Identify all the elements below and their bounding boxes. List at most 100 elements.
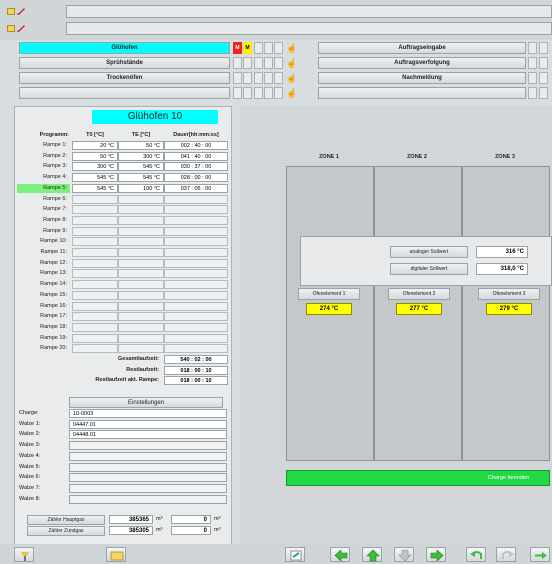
exit-icon[interactable]: [530, 547, 550, 562]
folder-icon[interactable]: [106, 547, 126, 562]
ramp-dur-cell[interactable]: [164, 269, 228, 279]
ramp-t0-cell[interactable]: 545 °C: [72, 183, 118, 193]
ramp-te-cell[interactable]: 50 °C: [118, 141, 164, 150]
charge-end-button[interactable]: Charge beenden: [286, 470, 550, 486]
ramp-dur-cell[interactable]: [164, 333, 228, 343]
ramp-dur-cell[interactable]: [164, 226, 228, 236]
charge-field[interactable]: 10-0003: [69, 409, 227, 418]
arrow-left-icon[interactable]: [330, 547, 350, 562]
menu-spruehstaende[interactable]: Sprühstände: [19, 57, 230, 69]
counter-button[interactable]: Zähler Zündgas: [27, 526, 105, 536]
pencil-icon[interactable]: [17, 6, 26, 15]
menu-gluehofen[interactable]: Glühofen: [19, 42, 230, 54]
ramp-te-cell[interactable]: 545 °C: [118, 173, 164, 183]
arrow-down-icon[interactable]: [394, 547, 414, 562]
ramp-te-cell[interactable]: [118, 205, 164, 215]
hand-icon[interactable]: ☝: [286, 43, 297, 53]
charge-field[interactable]: [69, 451, 227, 461]
ramp-te-cell[interactable]: [118, 215, 164, 225]
ramp-te-cell[interactable]: [118, 237, 164, 247]
ramp-te-cell[interactable]: 300 °C: [118, 151, 164, 161]
ramp-t0-cell[interactable]: [72, 333, 118, 343]
ramp-te-cell[interactable]: [118, 301, 164, 311]
ramp-dur-cell[interactable]: [164, 301, 228, 311]
charge-field[interactable]: [69, 441, 227, 451]
ramp-t0-cell[interactable]: [72, 301, 118, 311]
ramp-dur-cell[interactable]: 002 : 40 : 00: [164, 141, 228, 150]
ramp-t0-cell[interactable]: 545 °C: [72, 173, 118, 183]
ramp-dur-cell[interactable]: [164, 344, 228, 354]
menu-trockenoefen[interactable]: Trockenöfen: [19, 72, 230, 84]
ramp-t0-cell[interactable]: [72, 205, 118, 215]
ramp-t0-cell[interactable]: [72, 280, 118, 290]
menu-auftragsverfolgung[interactable]: Auftragsverfolgung: [318, 57, 526, 69]
folder-icon[interactable]: [7, 25, 15, 32]
folder-icon[interactable]: [7, 8, 15, 15]
ramp-te-cell[interactable]: [118, 290, 164, 300]
ramp-t0-cell[interactable]: [72, 258, 118, 268]
arrow-up-icon[interactable]: [362, 547, 382, 562]
ramp-t0-cell[interactable]: [72, 215, 118, 225]
ramp-t0-cell[interactable]: [72, 248, 118, 257]
charge-field[interactable]: [69, 483, 227, 493]
ramp-dur-cell[interactable]: [164, 312, 228, 322]
menu-empty-right[interactable]: [318, 87, 526, 99]
ramp-dur-cell[interactable]: [164, 248, 228, 257]
top-field-1[interactable]: [66, 5, 552, 18]
ramp-dur-cell[interactable]: [164, 205, 228, 215]
ramp-dur-cell[interactable]: 030 : 37 : 00: [164, 162, 228, 172]
charge-field[interactable]: 04448.01: [69, 430, 227, 440]
hand-icon[interactable]: ☝: [286, 58, 297, 68]
charge-field[interactable]: [69, 473, 227, 483]
charge-field[interactable]: [69, 494, 227, 504]
ramp-t0-cell[interactable]: [72, 344, 118, 354]
ramp-dur-cell[interactable]: 028 : 00 : 00: [164, 173, 228, 183]
ramp-dur-cell[interactable]: [164, 215, 228, 225]
ramp-dur-cell[interactable]: [164, 258, 228, 268]
top-field-2[interactable]: [66, 22, 552, 35]
ramp-t0-cell[interactable]: 20 °C: [72, 141, 118, 150]
ramp-te-cell[interactable]: [118, 280, 164, 290]
arrow-right-icon[interactable]: [426, 547, 446, 562]
ramp-te-cell[interactable]: [118, 226, 164, 236]
pencil-icon[interactable]: [17, 23, 26, 32]
menu-auftragseingabe[interactable]: Auftragseingabe: [318, 42, 526, 54]
hand-icon[interactable]: ☝: [286, 73, 297, 83]
ramp-t0-cell[interactable]: [72, 194, 118, 204]
refresh-icon[interactable]: [285, 547, 305, 562]
ramp-te-cell[interactable]: [118, 322, 164, 332]
ramp-t0-cell[interactable]: [72, 290, 118, 300]
pin-icon[interactable]: [14, 547, 34, 562]
redo-icon[interactable]: [496, 547, 516, 562]
ramp-te-cell[interactable]: [118, 248, 164, 257]
ramp-t0-cell[interactable]: 50 °C: [72, 151, 118, 161]
menu-nachmeldung[interactable]: Nachmeldung: [318, 72, 526, 84]
ramp-te-cell[interactable]: [118, 194, 164, 204]
charge-field[interactable]: [69, 462, 227, 472]
charge-field[interactable]: 04447.01: [69, 419, 227, 429]
ramp-dur-cell[interactable]: [164, 280, 228, 290]
ramp-t0-cell[interactable]: 300 °C: [72, 162, 118, 172]
ramp-dur-cell[interactable]: 041 : 40 : 00: [164, 151, 228, 161]
ramp-te-cell[interactable]: [118, 258, 164, 268]
ramp-t0-cell[interactable]: [72, 237, 118, 247]
ramp-dur-cell[interactable]: [164, 322, 228, 332]
ramp-te-cell[interactable]: [118, 312, 164, 322]
ramp-te-cell[interactable]: [118, 269, 164, 279]
ramp-dur-cell[interactable]: [164, 194, 228, 204]
ramp-te-cell[interactable]: 545 °C: [118, 162, 164, 172]
ramp-te-cell[interactable]: 100 °C: [118, 183, 164, 193]
ramp-dur-cell[interactable]: [164, 237, 228, 247]
undo-icon[interactable]: [466, 547, 486, 562]
menu-empty[interactable]: [19, 87, 230, 99]
ramp-te-cell[interactable]: [118, 333, 164, 343]
settings-button[interactable]: Einstellungen: [69, 397, 223, 408]
hand-icon[interactable]: ☝: [286, 88, 297, 98]
ramp-t0-cell[interactable]: [72, 322, 118, 332]
ramp-dur-cell[interactable]: [164, 290, 228, 300]
ramp-te-cell[interactable]: [118, 344, 164, 354]
ramp-t0-cell[interactable]: [72, 226, 118, 236]
ramp-dur-cell[interactable]: 037 : 05 : 00: [164, 183, 228, 193]
ramp-t0-cell[interactable]: [72, 312, 118, 322]
ramp-t0-cell[interactable]: [72, 269, 118, 279]
